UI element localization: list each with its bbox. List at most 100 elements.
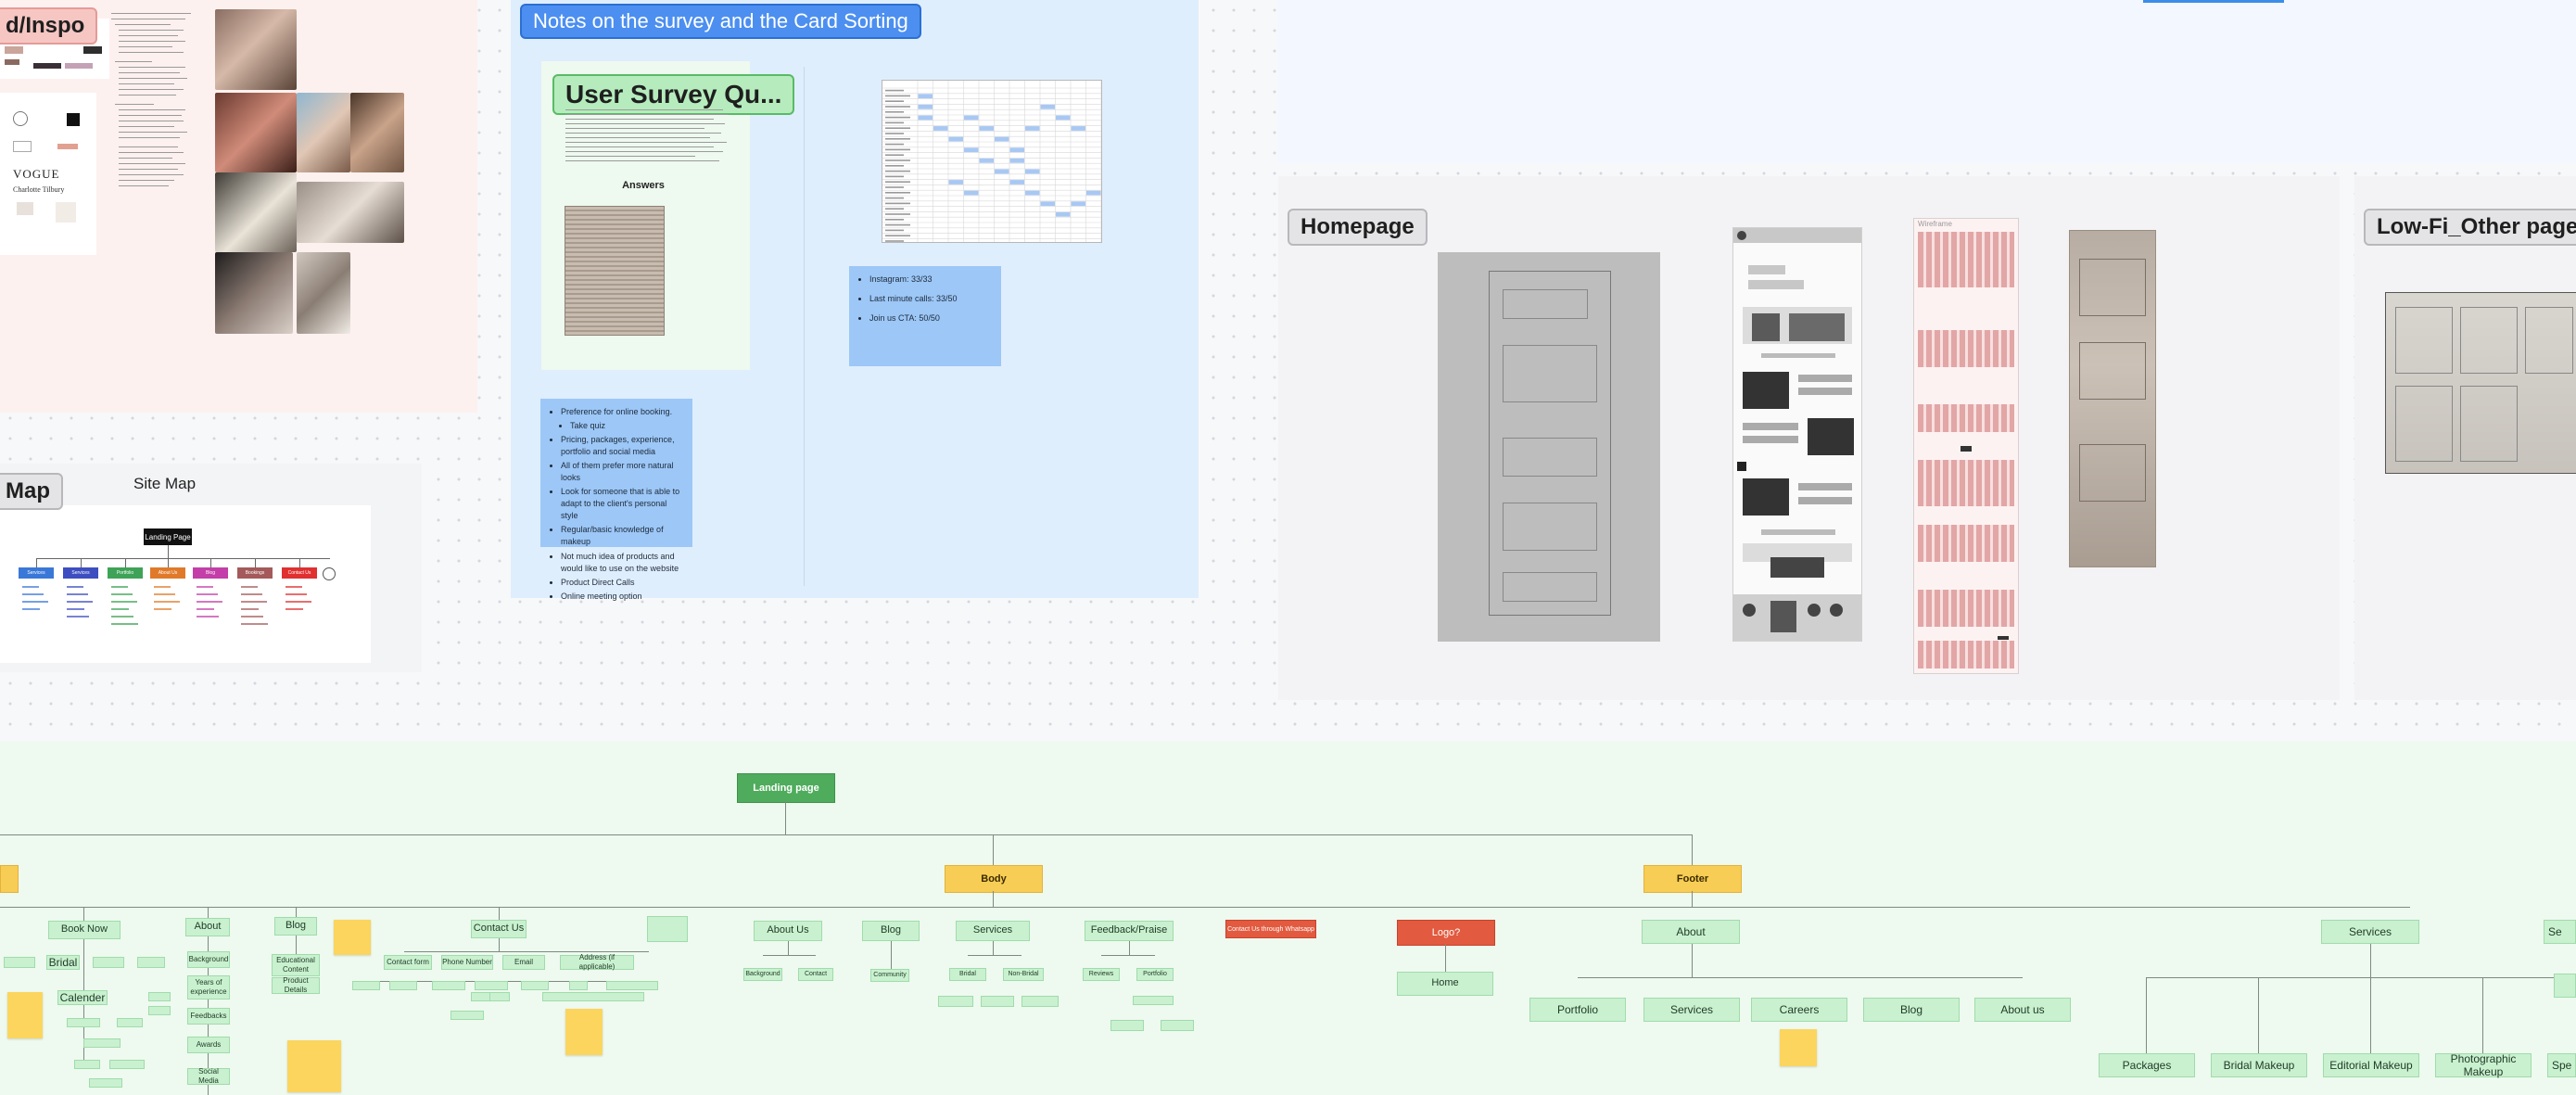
body-child-node[interactable]: Services [956,921,1030,941]
footer-services-child[interactable]: Bridal Makeup [2211,1053,2307,1077]
sitemap-more-icon[interactable] [323,567,336,580]
small-node[interactable] [1022,996,1059,1007]
small-node[interactable] [938,996,973,1007]
small-node[interactable] [1161,1020,1194,1031]
sitemap-landing-node[interactable]: Landing Page [144,528,192,545]
footer-services-child[interactable]: Photographic Makeup [2435,1052,2532,1078]
inspo-photo[interactable] [297,252,350,334]
footer-services-child[interactable]: Editorial Makeup [2323,1053,2419,1077]
sitemap-category-node[interactable]: Bookings [237,567,273,579]
contact-child-node[interactable]: Phone Number [441,955,493,970]
small-node[interactable] [109,1060,145,1069]
footer-about-child[interactable]: Portfolio [1529,998,1626,1022]
inspo-photo[interactable] [350,93,404,172]
homepage-frame[interactable]: Wireframe [1278,176,2340,700]
right-edge-node[interactable]: Se [2544,920,2576,944]
about-child-node[interactable]: Social Media [187,1067,230,1085]
small-node[interactable] [83,1038,121,1048]
lowfi-sketch-photo[interactable] [2385,292,2576,474]
small-node[interactable] [542,992,644,1001]
small-node[interactable] [489,992,510,1001]
note-sticky[interactable] [287,1040,341,1092]
bridal-node[interactable]: Bridal [46,955,80,970]
note-sticky[interactable] [1780,1029,1817,1066]
sitemap-category-node[interactable]: Services [63,567,98,579]
small-node[interactable] [67,1018,100,1027]
body-child-node[interactable]: Blog [862,921,920,941]
book-now-node[interactable]: Book Now [48,921,121,939]
social-node[interactable] [647,916,688,942]
body-sub-node[interactable]: Background [743,968,782,981]
whatsapp-node[interactable]: Contact Us through Whatsapp [1225,920,1316,938]
small-node[interactable] [4,957,35,968]
footer-about-node[interactable]: About [1642,920,1740,944]
body-sub-node[interactable]: Reviews [1083,968,1120,981]
footer-about-child[interactable]: Services [1643,998,1740,1022]
survey-notes-sticky[interactable]: Preference for online booking. Take quiz P… [540,399,692,601]
footer-services-node[interactable]: Services [2321,920,2419,944]
sketch-photo[interactable] [2069,230,2156,567]
blog-child-node[interactable]: Product Details [272,976,320,994]
moodboard-frame[interactable]: VOGUE Charlotte Tilbury d/Inspo [0,0,477,413]
sitemap-category-node[interactable]: Contact Us [282,567,317,579]
small-node[interactable] [89,1078,122,1088]
about-child-node[interactable]: Awards [187,1037,230,1053]
contact-child-node[interactable]: Address (if applicable) [560,953,634,971]
sketch-photo[interactable] [1438,252,1660,642]
card-sorting-table[interactable] [882,80,1102,243]
footer-about-child[interactable]: Careers [1751,998,1847,1022]
body-sub-node[interactable]: Portfolio [1136,968,1174,981]
small-node[interactable] [606,981,658,990]
small-node[interactable] [471,992,491,1001]
small-node[interactable] [389,981,417,990]
about-child-node[interactable]: Feedbacks [187,1008,230,1025]
small-node[interactable] [981,996,1014,1007]
sitemap-title[interactable]: Map [0,473,63,510]
calender-node[interactable]: Calender [57,990,108,1005]
footer-services-child[interactable]: Packages [2099,1053,2195,1077]
notes-title[interactable]: Notes on the survey and the Card Sorting [520,4,921,39]
contact-child-node[interactable]: Contact form [384,955,432,970]
right-edge-node[interactable] [2554,974,2576,998]
note-sticky[interactable] [565,1009,603,1055]
small-node[interactable] [450,1011,484,1020]
moodboard-title[interactable]: d/Inspo [0,7,98,45]
about-child-node[interactable]: Background [187,951,230,968]
footer-node[interactable]: Footer [1643,865,1742,893]
footer-about-child[interactable]: Blog [1863,998,1960,1022]
sitemap-category-node[interactable]: Blog [193,567,228,579]
body-node[interactable]: Body [945,865,1043,893]
about-child-node[interactable]: Years of experience [187,975,230,1000]
inspo-photo[interactable] [215,172,297,252]
sitemap-frame[interactable]: Site Map Landing Page Services Services Po… [0,464,422,672]
body-child-node[interactable]: About Us [754,921,822,941]
header-node[interactable] [0,865,19,893]
body-sub-node[interactable]: Bridal [949,968,986,981]
contact-us-node[interactable]: Contact Us [471,920,527,938]
sitemap-category-node[interactable]: Portfolio [108,567,143,579]
contact-child-node[interactable]: Email [502,955,545,970]
footer-about-child[interactable]: About us [1974,998,2071,1022]
inspo-photo[interactable] [215,252,293,334]
body-sub-node[interactable]: Community [870,969,909,982]
small-node[interactable] [475,981,508,990]
small-node[interactable] [432,981,465,990]
small-node[interactable] [352,981,380,990]
small-node[interactable] [117,1018,143,1027]
about-node[interactable]: About [185,918,230,936]
body-sub-node[interactable]: Contact [798,968,833,981]
inspo-photo[interactable] [215,93,297,172]
landing-page-node[interactable]: Landing page [737,773,835,803]
survey-card[interactable]: User Survey Qu... Answers [541,61,795,370]
small-node[interactable] [148,992,171,1001]
small-node[interactable] [521,981,549,990]
inspo-photo[interactable] [297,93,350,172]
inspo-photo[interactable] [297,182,404,243]
note-sticky[interactable] [7,992,43,1038]
lowfi-title[interactable]: Low-Fi_Other pages [2364,209,2576,246]
small-node[interactable] [74,1060,100,1069]
answers-sheet-photo[interactable] [565,206,665,336]
small-node[interactable] [148,1006,171,1015]
note-sticky[interactable] [334,920,371,955]
small-node[interactable] [1110,1020,1144,1031]
